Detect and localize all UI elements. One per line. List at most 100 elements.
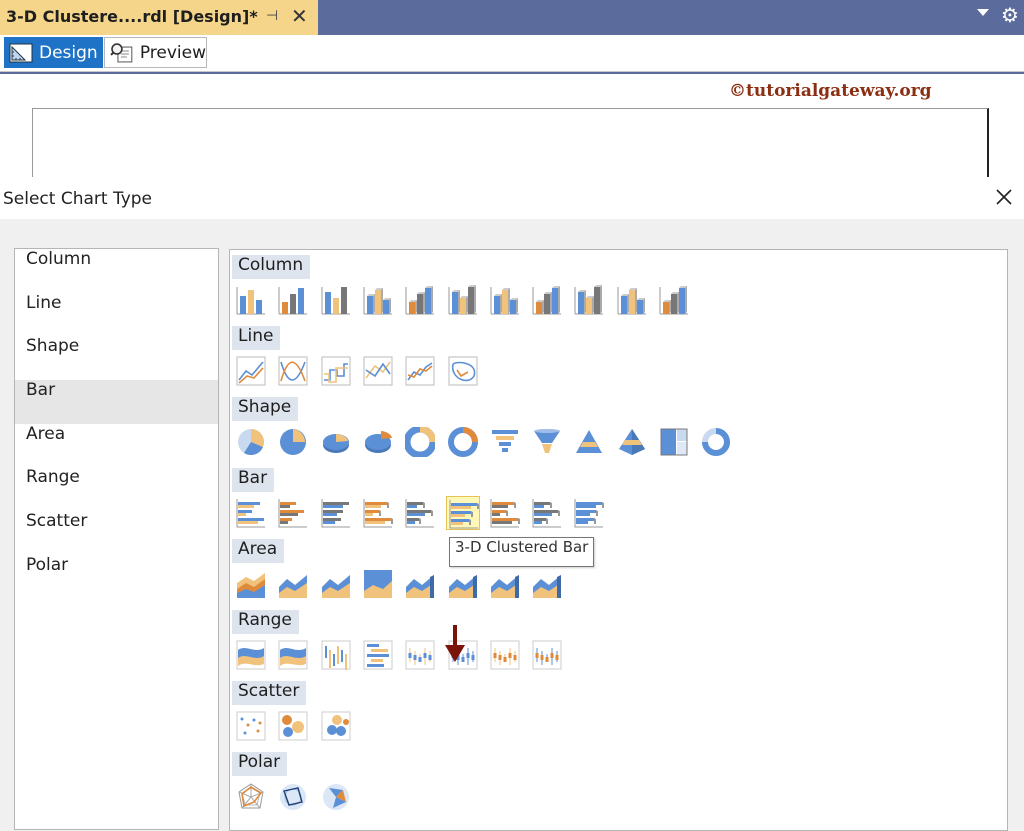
polar-chart-type-icon[interactable] [319,780,353,814]
preview-magnifier-icon [110,42,133,62]
shape-chart-type-icon[interactable] [319,425,353,459]
group-header-area: Area [232,539,285,563]
category-item-area[interactable]: Area [15,424,218,468]
group-header-shape: Shape [232,397,299,421]
category-item-range[interactable]: Range [15,467,218,511]
3d-clustered-bar-chart-icon[interactable] [446,496,480,530]
shape-chart-type-icon[interactable] [446,425,480,459]
shape-chart-type-icon[interactable] [234,425,268,459]
bar-chart-type-icon[interactable] [361,496,395,530]
range-chart-type-icon[interactable] [530,638,564,672]
column-chart-type-icon[interactable] [615,283,649,317]
range-chart-type-icon[interactable] [319,638,353,672]
dropdown-icon[interactable] [977,9,989,16]
group-header-scatter: Scatter [232,681,307,705]
line-chart-type-icon[interactable] [234,354,268,388]
column-chart-type-icon[interactable] [572,283,606,317]
bar-chart-type-icon[interactable] [488,496,522,530]
group-header-line: Line [232,326,281,350]
report-designer-surface[interactable]: ©tutorialgateway.org [0,72,1024,181]
column-chart-type-icon[interactable] [403,283,437,317]
shape-chart-type-icon[interactable] [488,425,522,459]
area-chart-type-icon[interactable] [530,567,564,601]
chart-category-list: Column Line Shape Bar Area Range Scatter… [14,248,219,830]
group-header-bar: Bar [232,468,275,492]
tab-preview-label: Preview [139,42,206,63]
bar-chart-type-icon[interactable] [530,496,564,530]
scatter-chart-type-icon[interactable] [234,709,268,743]
column-chart-type-icon[interactable] [488,283,522,317]
line-chart-type-icon[interactable] [361,354,395,388]
bar-chart-type-icon[interactable] [276,496,310,530]
line-chart-type-icon[interactable] [319,354,353,388]
shape-chart-type-icon[interactable] [699,425,733,459]
column-chart-type-icon[interactable] [361,283,395,317]
area-chart-type-icon[interactable] [361,567,395,601]
category-item-line[interactable]: Line [15,293,218,337]
area-chart-type-icon[interactable] [403,567,437,601]
column-chart-type-icon[interactable] [319,283,353,317]
column-chart-type-icon[interactable] [446,283,480,317]
document-tab-title: 3-D Clustere....rdl [Design]* [6,7,258,26]
category-item-scatter[interactable]: Scatter [15,511,218,555]
bar-chart-type-icon[interactable] [572,496,606,530]
bar-chart-type-icon[interactable] [403,496,437,530]
line-chart-type-icon[interactable] [276,354,310,388]
line-chart-type-icon[interactable] [446,354,480,388]
tab-design-label: Design [39,42,98,63]
area-chart-type-icon[interactable] [488,567,522,601]
column-chart-type-icon[interactable] [276,283,310,317]
design-ruler-icon [9,43,33,62]
range-chart-type-icon[interactable] [361,638,395,672]
range-chart-type-icon[interactable] [276,638,310,672]
area-chart-type-icon[interactable] [234,567,268,601]
column-chart-type-icon[interactable] [530,283,564,317]
area-chart-type-icon[interactable] [276,567,310,601]
bar-chart-type-icon[interactable] [319,496,353,530]
range-chart-type-icon[interactable] [403,638,437,672]
category-item-bar[interactable]: Bar [15,380,218,424]
group-header-column: Column [232,255,311,279]
column-chart-type-icon[interactable] [234,283,268,317]
group-header-range: Range [232,610,299,634]
range-chart-type-icon[interactable] [488,638,522,672]
polar-chart-type-icon[interactable] [234,780,268,814]
shape-chart-type-icon[interactable] [403,425,437,459]
column-chart-type-icon[interactable] [657,283,691,317]
bar-chart-type-icon[interactable] [234,496,268,530]
range-chart-type-icon[interactable] [234,638,268,672]
polar-chart-type-icon[interactable] [276,780,310,814]
category-item-shape[interactable]: Shape [15,336,218,380]
close-icon[interactable]: ✕ [291,4,308,28]
chart-type-tooltip: 3-D Clustered Bar [449,537,595,567]
tab-design[interactable]: Design [4,37,103,68]
view-tab-strip: Design Preview [0,35,1024,72]
line-chart-type-icon[interactable] [403,354,437,388]
group-header-polar: Polar [232,752,288,776]
document-tab[interactable]: 3-D Clustere....rdl [Design]* ⊣ ✕ [0,0,318,35]
shape-chart-type-icon[interactable] [276,425,310,459]
area-chart-type-icon[interactable] [446,567,480,601]
shape-chart-type-icon[interactable] [530,425,564,459]
category-item-column[interactable]: Column [15,249,218,293]
tab-preview[interactable]: Preview [104,37,207,68]
scatter-chart-type-icon[interactable] [319,709,353,743]
pin-icon[interactable]: ⊣ [266,8,278,24]
shape-chart-type-icon[interactable] [361,425,395,459]
down-arrow-icon [445,625,465,662]
dialog-title: Select Chart Type [3,189,153,209]
document-tab-strip: 3-D Clustere....rdl [Design]* ⊣ ✕ ⚙ [0,0,1024,35]
shape-chart-type-icon[interactable] [657,425,691,459]
area-chart-type-icon[interactable] [319,567,353,601]
dialog-header: Select Chart Type [0,177,1024,219]
category-item-polar[interactable]: Polar [15,555,218,599]
select-chart-type-dialog: Select Chart Type Column Line Shape Bar … [0,177,1024,831]
report-body[interactable] [32,108,989,181]
chart-type-gallery: Column Line Shape Bar Area Range Scatter Polar [229,249,1008,831]
scatter-chart-type-icon[interactable] [276,709,310,743]
close-icon[interactable] [992,185,1016,209]
gear-icon[interactable]: ⚙ [1001,4,1019,26]
watermark: ©tutorialgateway.org [729,81,932,101]
shape-chart-type-icon[interactable] [615,425,649,459]
shape-chart-type-icon[interactable] [572,425,606,459]
